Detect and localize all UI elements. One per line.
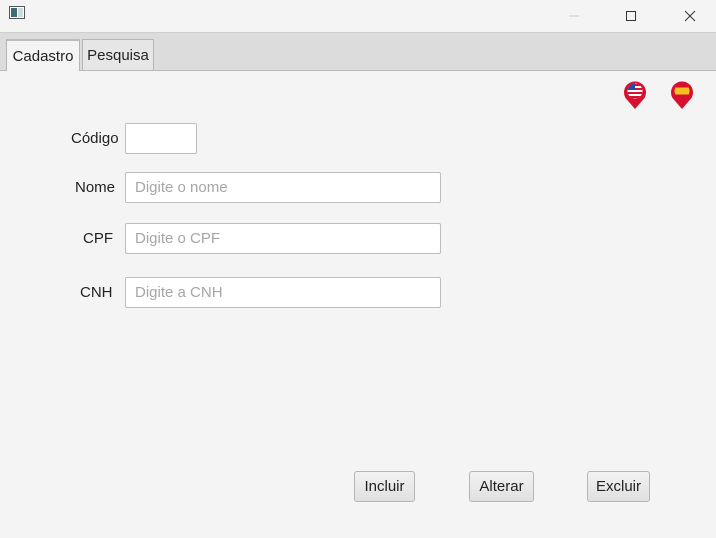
maximize-icon xyxy=(626,11,636,21)
cnh-field[interactable] xyxy=(125,277,441,308)
nome-field[interactable] xyxy=(125,172,441,203)
tab-bar: Cadastro Pesquisa xyxy=(0,33,716,71)
title-bar xyxy=(0,0,716,33)
close-icon xyxy=(684,10,696,22)
alterar-button[interactable]: Alterar xyxy=(469,471,534,502)
minimize-button[interactable] xyxy=(551,0,597,32)
maximize-button[interactable] xyxy=(608,0,654,32)
codigo-field[interactable] xyxy=(125,123,197,154)
cnh-label: CNH xyxy=(80,284,113,301)
minimize-icon xyxy=(569,15,579,17)
incluir-button[interactable]: Incluir xyxy=(354,471,415,502)
nome-label: Nome xyxy=(75,179,116,196)
cpf-field[interactable] xyxy=(125,223,441,254)
us-flag-pin-icon[interactable] xyxy=(622,80,648,110)
codigo-label: Código xyxy=(71,130,119,147)
app-icon xyxy=(9,6,25,19)
close-button[interactable] xyxy=(667,0,713,32)
tab-pesquisa[interactable]: Pesquisa xyxy=(82,39,154,70)
tab-cadastro[interactable]: Cadastro xyxy=(6,39,80,71)
excluir-button[interactable]: Excluir xyxy=(587,471,650,502)
cpf-label: CPF xyxy=(83,230,113,247)
es-flag-pin-icon[interactable] xyxy=(669,80,695,110)
